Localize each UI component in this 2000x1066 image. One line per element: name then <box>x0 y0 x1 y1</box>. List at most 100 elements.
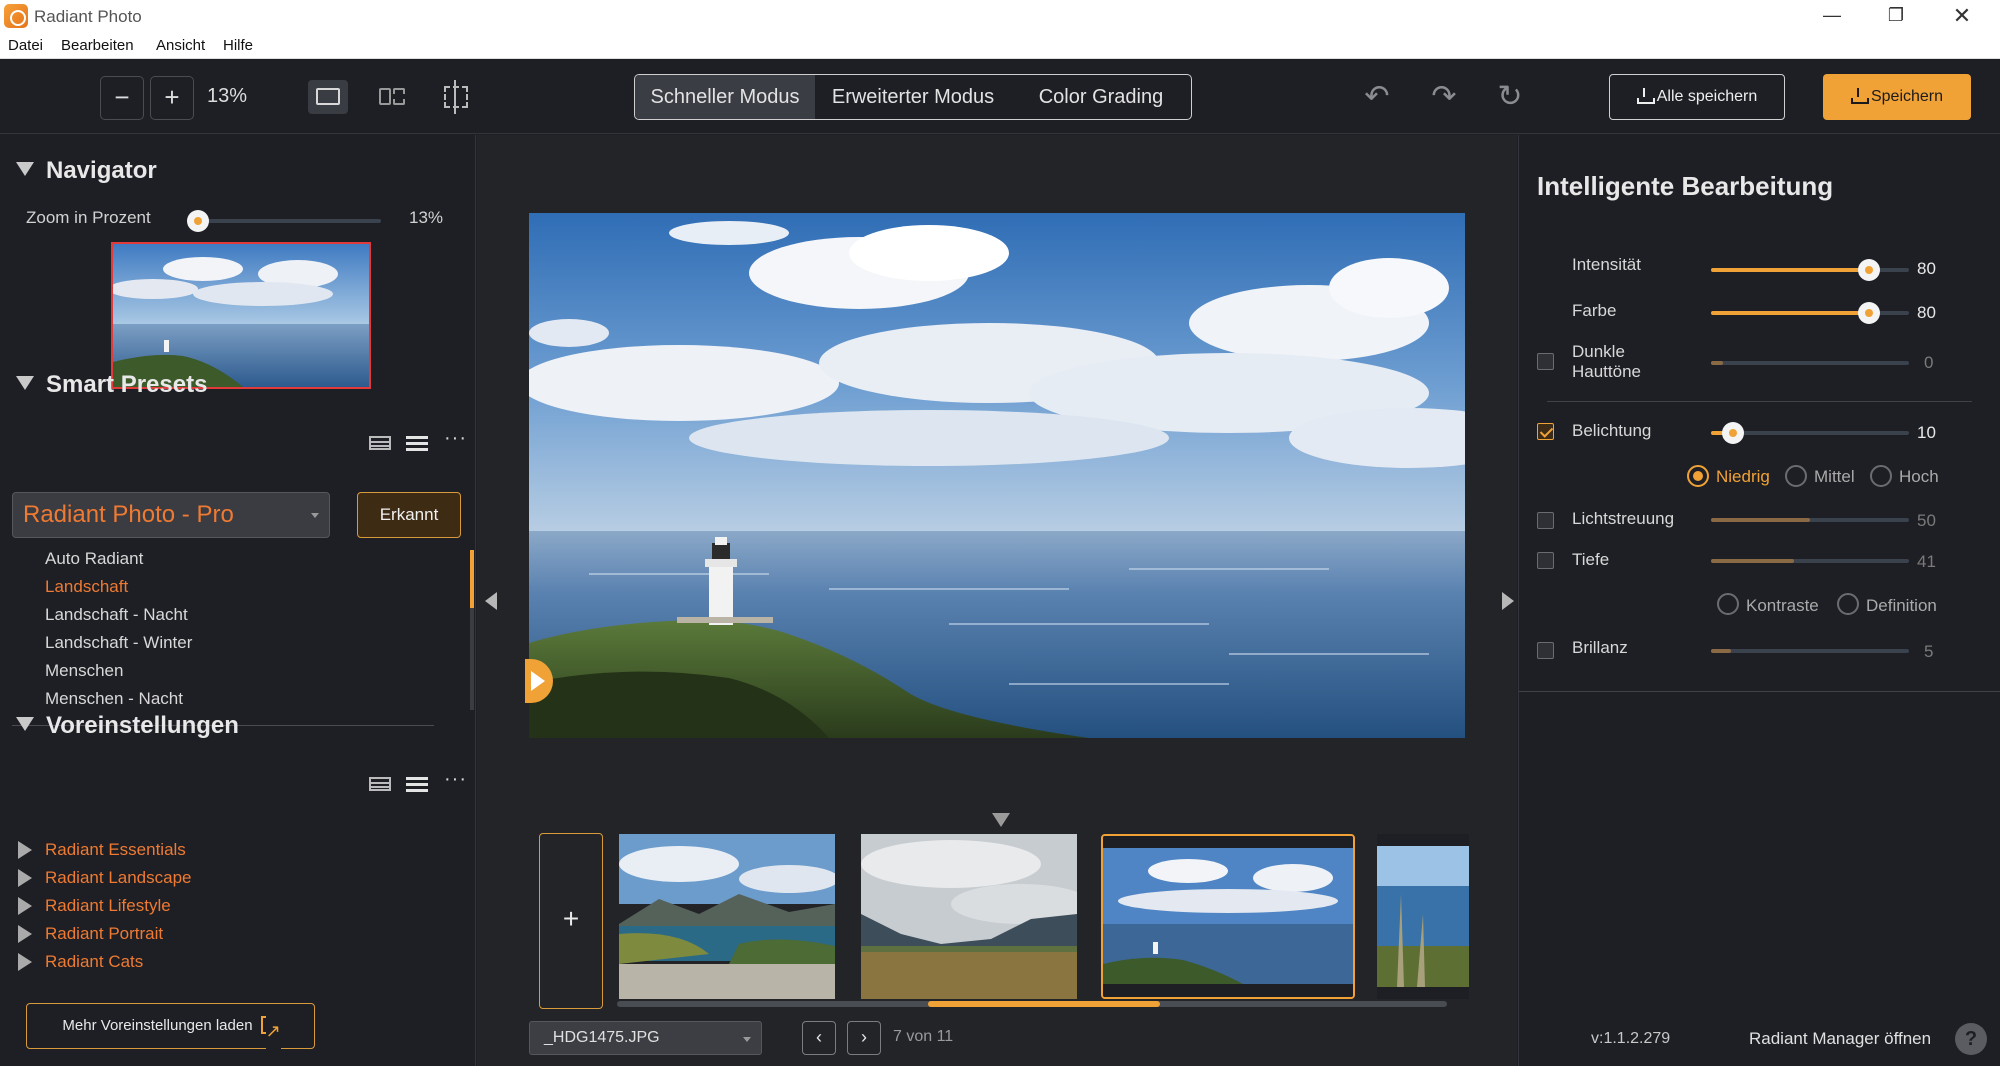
menu-bearbeiten[interactable]: Bearbeiten <box>61 37 134 54</box>
slider-knob[interactable] <box>187 210 209 232</box>
preset-set-select[interactable]: Radiant Photo - Pro <box>12 492 330 538</box>
menu-ansicht[interactable]: Ansicht <box>156 37 205 54</box>
scrollbar-thumb[interactable] <box>470 550 474 608</box>
exposure-checkbox[interactable] <box>1537 423 1554 440</box>
smart-presets-header[interactable]: Smart Presets <box>16 371 207 399</box>
right-panel: Intelligente Bearbeitung Intensität 80 F… <box>1518 135 2000 1066</box>
preset-item-menschen[interactable]: Menschen <box>45 661 123 681</box>
radio-mittel[interactable] <box>1785 465 1807 487</box>
menu-datei[interactable]: Datei <box>8 37 43 54</box>
file-name-select[interactable]: _HDG1475.JPG <box>529 1021 762 1055</box>
filmstrip-thumb[interactable] <box>1377 834 1469 999</box>
preset-list-scrollbar[interactable] <box>470 550 474 710</box>
detected-button[interactable]: Erkannt <box>357 492 461 538</box>
split-view-button[interactable] <box>372 80 412 114</box>
preset-item-auto-radiant[interactable]: Auto Radiant <box>45 549 143 569</box>
grid-view-icon[interactable] <box>369 777 391 791</box>
scrollbar-thumb[interactable] <box>928 1001 1160 1007</box>
help-icon[interactable]: ? <box>1955 1023 1987 1055</box>
save-button[interactable]: Speichern <box>1823 74 1971 120</box>
radio-definition-label[interactable]: Definition <box>1866 596 1937 616</box>
radio-mittel-label[interactable]: Mittel <box>1814 467 1855 487</box>
filmstrip-scrollbar[interactable] <box>617 1001 1447 1007</box>
collapse-right-panel-icon[interactable] <box>1502 592 1514 610</box>
add-image-button[interactable]: + <box>539 833 603 1009</box>
preset-group-cats[interactable]: Radiant Cats <box>45 952 143 972</box>
preset-group-landscape[interactable]: Radiant Landscape <box>45 868 192 888</box>
radio-hoch[interactable] <box>1870 465 1892 487</box>
slider-fill <box>1711 311 1870 315</box>
close-button[interactable]: ✕ <box>1930 0 1994 33</box>
minimize-button[interactable]: — <box>1800 0 1864 33</box>
reset-icon[interactable]: ↻ <box>1494 82 1526 114</box>
depth-label: Tiefe <box>1572 550 1610 569</box>
radio-niedrig-label[interactable]: Niedrig <box>1716 467 1770 487</box>
main-photo[interactable] <box>529 213 1465 738</box>
expand-icon[interactable] <box>18 953 32 971</box>
preset-group-portrait[interactable]: Radiant Portrait <box>45 924 163 944</box>
radio-kontraste[interactable] <box>1717 593 1739 615</box>
slider-knob[interactable] <box>1721 422 1744 444</box>
navigator-header[interactable]: Navigator <box>16 157 157 185</box>
more-options-icon[interactable]: ··· <box>444 768 467 791</box>
preset-item-menschen-nacht[interactable]: Menschen - Nacht <box>45 689 183 709</box>
radio-niedrig[interactable] <box>1687 465 1709 487</box>
presets-header[interactable]: Voreinstellungen <box>16 712 239 740</box>
preset-item-landschaft[interactable]: Landschaft <box>45 577 128 597</box>
previous-image-button[interactable]: ‹ <box>802 1021 836 1055</box>
collapse-left-panel-icon[interactable] <box>485 592 497 610</box>
menu-hilfe[interactable]: Hilfe <box>223 37 253 54</box>
expand-icon[interactable] <box>18 869 32 887</box>
more-options-icon[interactable]: ··· <box>444 427 467 450</box>
zoom-out-button[interactable]: − <box>100 76 144 120</box>
color-slider[interactable] <box>1711 302 1909 324</box>
crop-button[interactable] <box>436 80 476 114</box>
expand-icon[interactable] <box>18 897 32 915</box>
light-diffusion-checkbox[interactable] <box>1537 512 1554 529</box>
list-view-icon[interactable] <box>406 436 428 452</box>
brilliance-checkbox[interactable] <box>1537 642 1554 659</box>
navigator-zoom-slider[interactable] <box>187 210 381 232</box>
list-view-icon[interactable] <box>406 777 428 793</box>
expand-icon[interactable] <box>18 841 32 859</box>
zoom-in-button[interactable]: + <box>150 76 194 120</box>
dark-skin-slider[interactable] <box>1711 361 1909 365</box>
tab-color-grading[interactable]: Color Grading <box>1011 75 1191 119</box>
filmstrip-thumb[interactable] <box>861 834 1077 999</box>
load-more-presets-button[interactable]: Mehr Voreinstellungen laden <box>26 1003 315 1053</box>
depth-slider[interactable] <box>1711 559 1909 563</box>
app-logo-icon <box>4 4 28 28</box>
redo-icon[interactable]: ↷ <box>1428 82 1460 114</box>
expand-icon[interactable] <box>18 925 32 943</box>
single-view-button[interactable] <box>308 80 348 114</box>
exposure-label: Belichtung <box>1572 421 1652 440</box>
slider-knob[interactable] <box>1858 302 1881 324</box>
left-panel: Navigator Zoom in Prozent 13% Smart Pres… <box>0 135 476 1066</box>
save-all-button[interactable]: Alle speichern <box>1609 74 1785 120</box>
light-diffusion-slider[interactable] <box>1711 518 1909 522</box>
brilliance-slider[interactable] <box>1711 649 1909 653</box>
depth-checkbox[interactable] <box>1537 552 1554 569</box>
filmstrip-thumb[interactable] <box>619 834 835 999</box>
grid-view-icon[interactable] <box>369 436 391 450</box>
exposure-slider[interactable] <box>1711 422 1909 444</box>
radio-hoch-label[interactable]: Hoch <box>1899 467 1939 487</box>
tab-quick-mode[interactable]: Schneller Modus <box>635 75 815 119</box>
preset-item-landschaft-nacht[interactable]: Landschaft - Nacht <box>45 605 188 625</box>
intensity-slider[interactable] <box>1711 259 1909 281</box>
undo-icon[interactable]: ↶ <box>1361 82 1393 114</box>
radio-kontraste-label[interactable]: Kontraste <box>1746 596 1819 616</box>
open-radiant-manager-link[interactable]: Radiant Manager öffnen <box>1749 1029 1931 1049</box>
next-image-button[interactable]: › <box>847 1021 881 1055</box>
navigator-preview[interactable] <box>111 242 371 389</box>
preset-group-lifestyle[interactable]: Radiant Lifestyle <box>45 896 171 916</box>
radio-definition[interactable] <box>1837 593 1859 615</box>
preset-item-landschaft-winter[interactable]: Landschaft - Winter <box>45 633 192 653</box>
slider-knob[interactable] <box>1858 259 1881 281</box>
filmstrip-thumb-selected[interactable] <box>1101 834 1355 999</box>
tab-advanced-mode[interactable]: Erweiterter Modus <box>815 75 1011 119</box>
filmstrip-toggle-icon[interactable] <box>992 813 1010 827</box>
maximize-button[interactable]: ❐ <box>1864 0 1928 33</box>
dark-skin-checkbox[interactable] <box>1537 353 1554 370</box>
preset-group-essentials[interactable]: Radiant Essentials <box>45 840 186 860</box>
